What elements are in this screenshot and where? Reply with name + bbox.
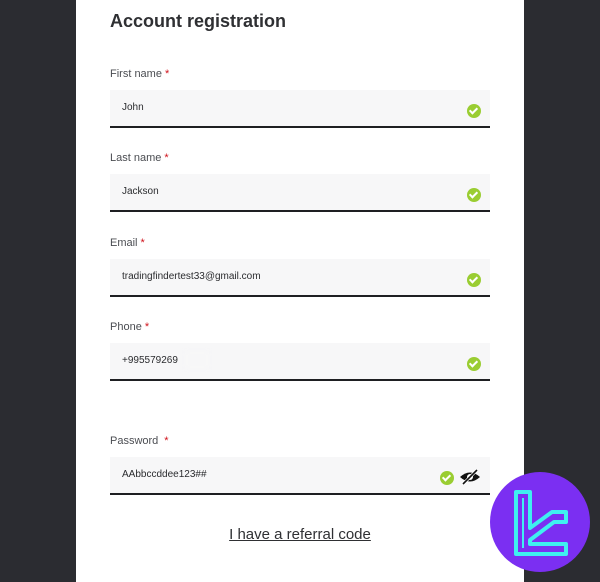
last-name-input[interactable]: Jackson [110, 174, 490, 212]
last-name-field: Last name * Jackson [110, 152, 490, 212]
email-value[interactable]: tradingfindertest33@gmail.com [122, 271, 261, 282]
phone-label: Phone [110, 321, 142, 333]
tradingfinder-logo [490, 472, 590, 572]
referral-code-link[interactable]: I have a referral code [76, 526, 524, 543]
check-circle-icon [467, 104, 481, 118]
eye-slash-icon[interactable] [459, 469, 481, 485]
first-name-input[interactable]: John [110, 90, 490, 128]
required-marker: * [144, 321, 150, 333]
required-marker: * [164, 152, 169, 164]
required-marker: * [164, 68, 170, 80]
first-name-label: First name [110, 68, 162, 80]
check-circle-icon [467, 273, 481, 287]
email-label: Email [110, 237, 138, 249]
last-name-value[interactable]: Jackson [122, 186, 159, 197]
email-field: Email * tradingfindertest33@gmail.com [110, 237, 490, 297]
password-field: Password * AAbbccddee123## [110, 435, 490, 495]
last-name-label: Last name [110, 152, 162, 164]
required-marker: * [140, 237, 145, 249]
password-value[interactable]: AAbbccddee123## [122, 469, 207, 480]
email-input[interactable]: tradingfindertest33@gmail.com [110, 259, 490, 297]
check-circle-icon [467, 357, 481, 371]
first-name-field: First name * John [110, 68, 490, 128]
check-circle-icon [467, 188, 481, 202]
tradingfinder-logo-mark [514, 490, 568, 556]
phone-input[interactable]: +995579269 [110, 343, 490, 381]
password-label: Password [110, 435, 159, 447]
required-marker: * [164, 435, 169, 447]
phone-field: Phone * +995579269 [110, 321, 490, 381]
redaction-blur [185, 351, 209, 369]
page-title: Account registration [110, 11, 287, 31]
first-name-value[interactable]: John [122, 102, 144, 113]
check-circle-icon [440, 471, 454, 485]
registration-panel: Account registration First name * John La… [76, 0, 524, 582]
password-input[interactable]: AAbbccddee123## [110, 457, 490, 495]
phone-value[interactable]: +995579269 [122, 355, 178, 366]
